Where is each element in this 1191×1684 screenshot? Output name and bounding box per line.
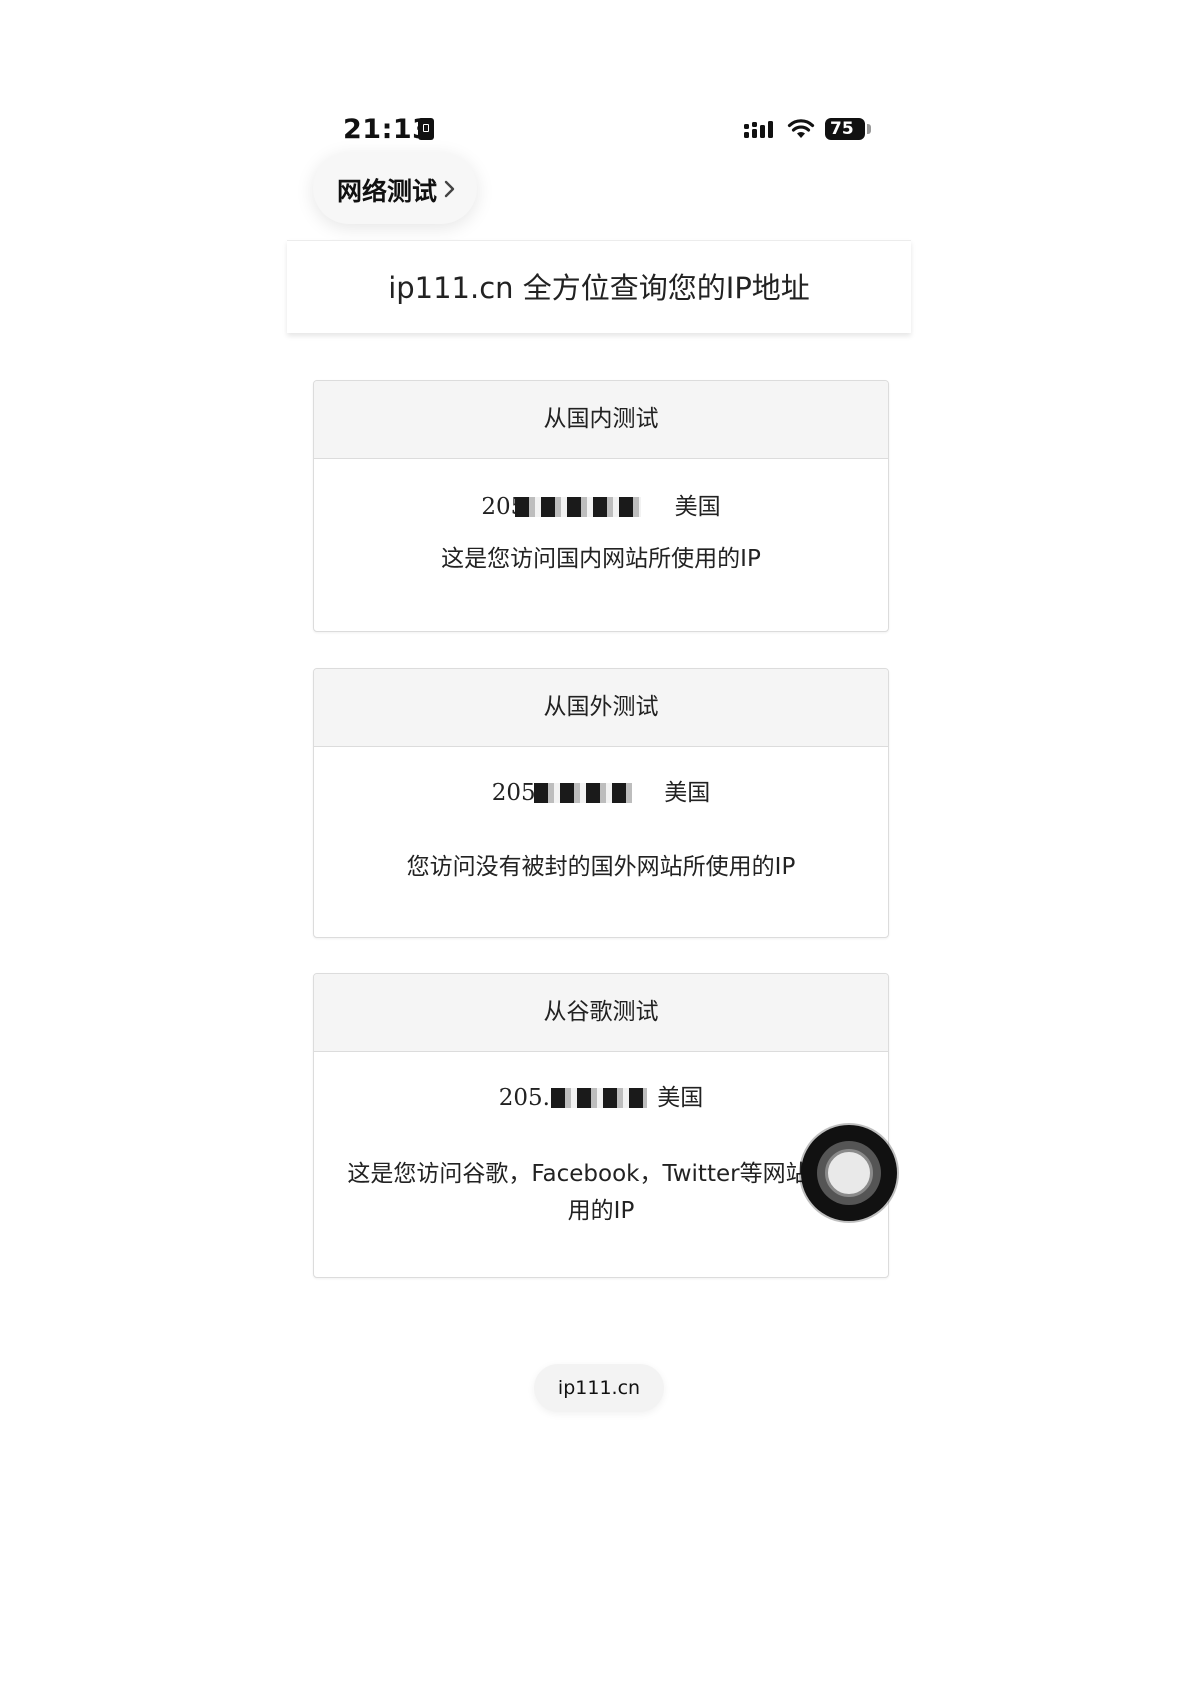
battery-icon: 75	[825, 118, 865, 140]
ip-result: 205. 美国	[314, 1078, 888, 1112]
domestic-test-card: 从国内测试 205 美国 这是您访问国内网站所使用的IP	[313, 380, 889, 632]
redaction-mask	[515, 497, 642, 517]
signal-icon	[744, 121, 773, 138]
card-description: 这是您访问谷歌，Facebook，Twitter等网站所使用的IP	[347, 1161, 855, 1224]
ip-location: 美国	[674, 494, 721, 520]
google-test-card: 从谷歌测试 205. 美国 这是您访问谷歌，Facebook，Twitter等网…	[313, 973, 889, 1278]
ip-address: 205.	[492, 780, 657, 806]
assistive-touch-icon[interactable]	[801, 1125, 897, 1221]
status-bar: 21:13 75	[287, 100, 911, 152]
ip-location: 美国	[657, 1085, 704, 1111]
ip-location: 美国	[664, 780, 711, 806]
ip-result: 205 美国	[314, 487, 888, 521]
back-button-label: 网络测试	[337, 177, 438, 206]
card-description: 您访问没有被封的国外网站所使用的IP	[406, 854, 796, 880]
address-bar[interactable]: ip111.cn	[534, 1364, 664, 1412]
ip-address: 205	[481, 494, 667, 520]
back-button[interactable]: 网络测试	[313, 152, 477, 224]
ip-result: 205. 美国	[314, 773, 888, 807]
redaction-mask	[550, 1088, 647, 1108]
page-title: ip111.cn 全方位查询您的IP地址	[388, 271, 810, 305]
page-header: ip111.cn 全方位查询您的IP地址	[287, 240, 911, 333]
phone-screen: 21:13 75 网络测试 ip111.cn 全方位查询您的IP地址 从国内测试	[287, 100, 911, 1440]
ip-address: 205.	[499, 1085, 650, 1111]
redaction-mask	[533, 783, 632, 803]
battery-tip	[867, 124, 871, 134]
card-heading: 从国内测试	[314, 381, 888, 459]
card-description: 这是您访问国内网站所使用的IP	[441, 546, 761, 572]
wifi-icon	[787, 119, 815, 138]
id-card-icon	[418, 118, 434, 140]
card-heading: 从国外测试	[314, 669, 888, 747]
chevron-right-icon	[444, 180, 455, 198]
card-heading: 从谷歌测试	[314, 974, 888, 1052]
foreign-test-card: 从国外测试 205. 美国 您访问没有被封的国外网站所使用的IP	[313, 668, 889, 938]
